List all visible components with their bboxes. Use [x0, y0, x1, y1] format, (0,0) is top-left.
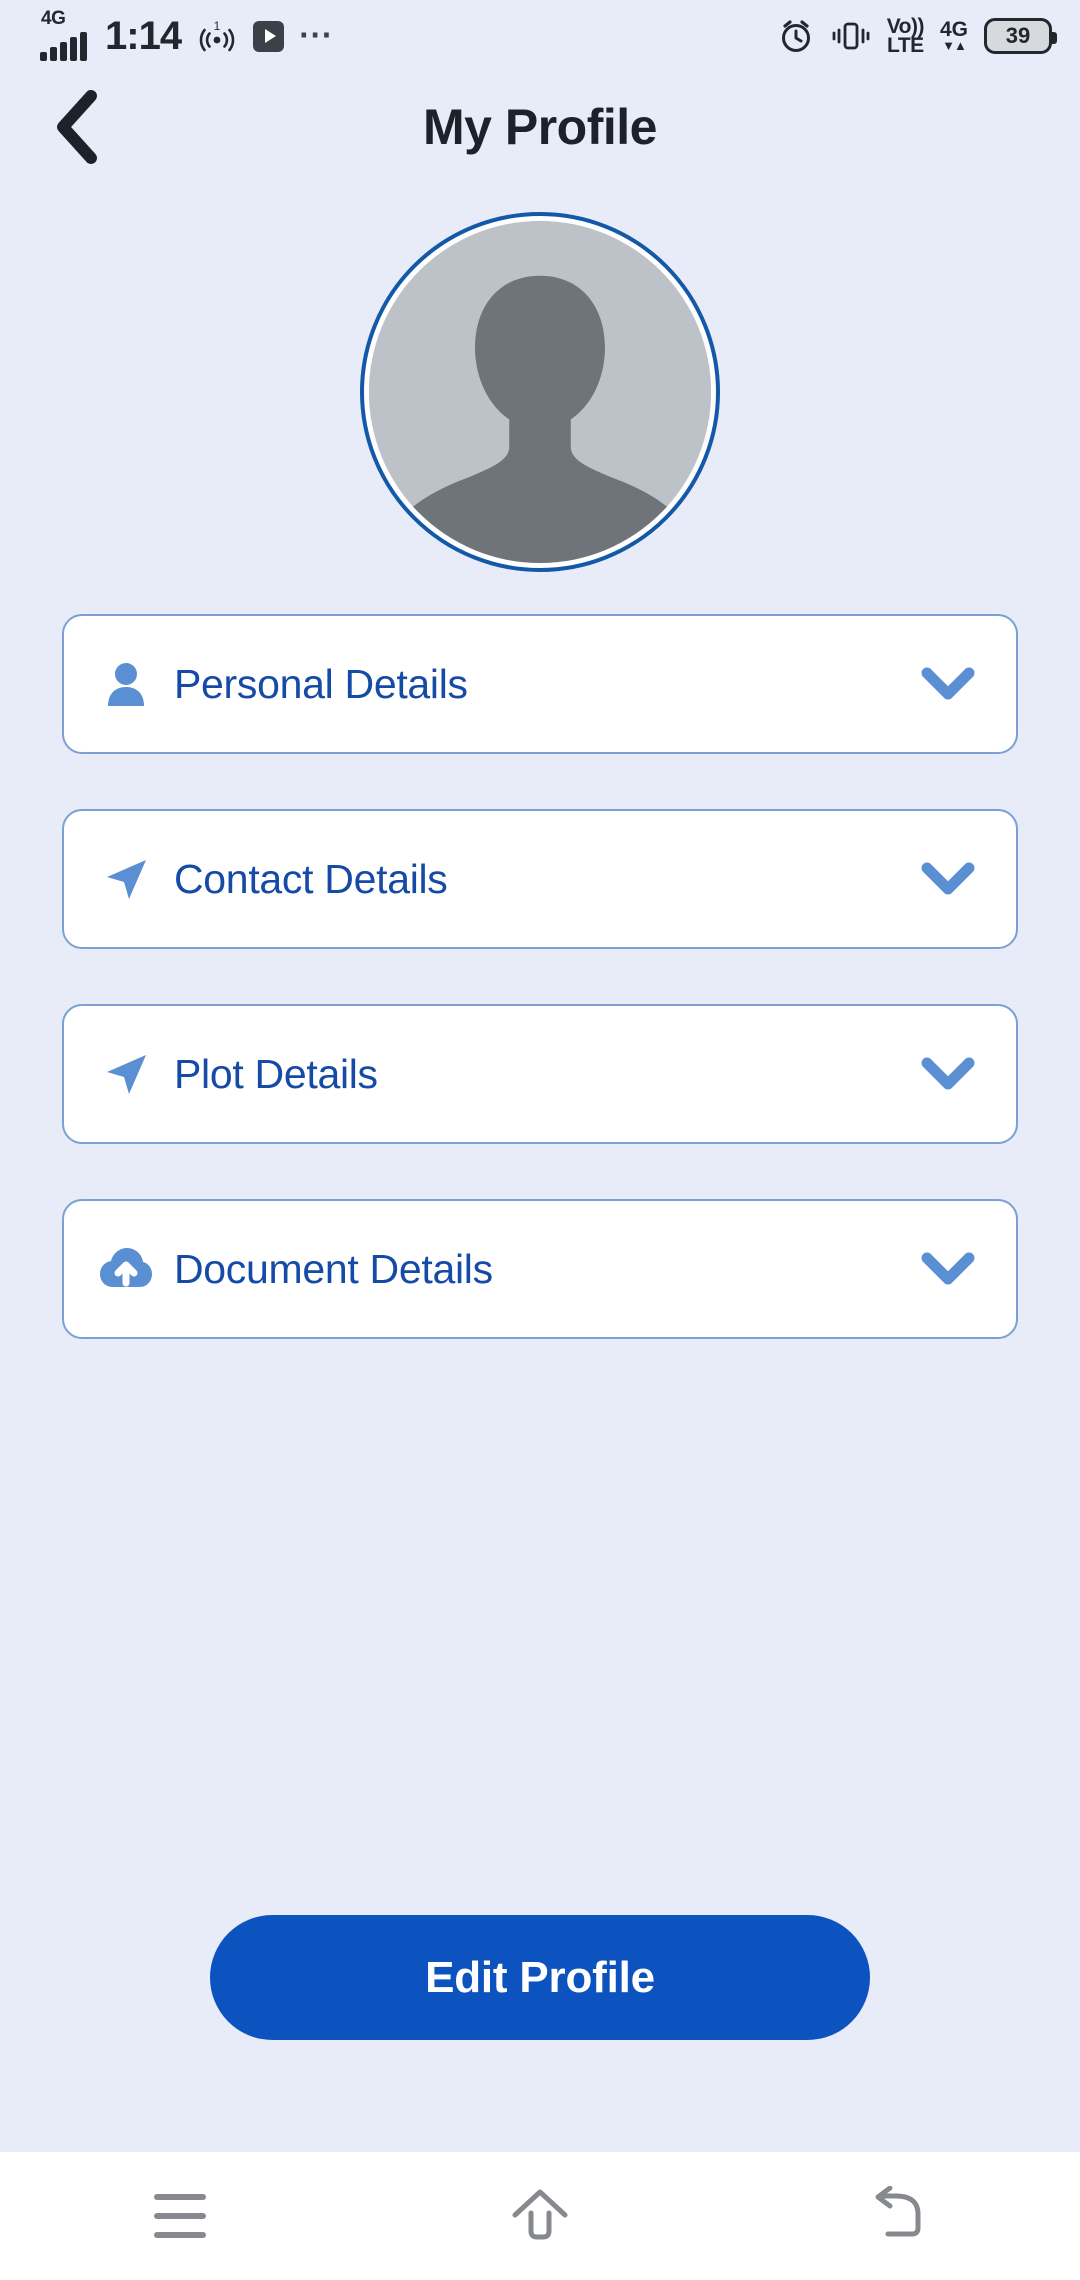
home-button[interactable] — [450, 2166, 630, 2266]
profile-avatar-container — [0, 182, 1080, 614]
alarm-clock-icon — [777, 17, 815, 55]
page-title: My Profile — [423, 99, 657, 155]
back-button[interactable] — [42, 90, 112, 164]
section-card-contact-details[interactable]: Contact Details — [62, 809, 1018, 949]
chevron-down-icon[interactable] — [918, 1252, 978, 1286]
back-arrow-icon — [875, 2186, 921, 2237]
navigation-arrow-icon — [98, 855, 154, 903]
profile-placeholder-avatar — [369, 221, 711, 563]
vibrate-icon — [831, 18, 871, 54]
hotspot-icon: 1 — [195, 19, 239, 53]
menu-lines-icon — [154, 2194, 206, 2238]
status-bar: 4G 1:14 1 ⋯ Vo)) LTE 4G ▼▲ 39 — [0, 0, 1080, 72]
chevron-down-icon[interactable] — [918, 862, 978, 896]
chevron-left-icon — [57, 90, 97, 164]
cloud-upload-icon — [98, 1247, 154, 1291]
signal-bar — [50, 47, 57, 61]
system-navigation-bar — [0, 2152, 1080, 2280]
person-icon — [98, 660, 154, 708]
status-bar-clock: 1:14 — [105, 14, 182, 58]
edit-profile-button[interactable]: Edit Profile — [210, 1915, 870, 2040]
section-label: Personal Details — [174, 660, 468, 707]
phone-screen: 4G 1:14 1 ⋯ Vo)) LTE 4G ▼▲ 39 My Profile… — [0, 0, 1080, 2280]
navigation-arrow-icon — [98, 1050, 154, 1098]
section-card-personal-details[interactable]: Personal Details — [62, 614, 1018, 754]
section-card-plot-details[interactable]: Plot Details — [62, 1004, 1018, 1144]
signal-bar — [80, 32, 87, 61]
status-bar-left: 4G 1:14 1 ⋯ — [40, 8, 335, 61]
edit-profile-container: Edit Profile — [0, 1915, 1080, 2152]
section-label: Document Details — [174, 1245, 493, 1292]
battery-percentage: 39 — [1005, 23, 1031, 48]
signal-bar — [70, 37, 77, 61]
section-label: Contact Details — [174, 855, 448, 902]
data-network-indicator: 4G ▼▲ — [939, 17, 968, 53]
chevron-down-icon[interactable] — [918, 667, 978, 701]
volte-indicator: Vo)) LTE — [887, 16, 925, 57]
signal-strength-icon: 4G — [40, 8, 87, 61]
volte-bottom-label: LTE — [887, 34, 924, 57]
data-network-label: 4G — [939, 17, 968, 41]
chevron-down-icon[interactable] — [918, 1057, 978, 1091]
app-header: My Profile — [0, 72, 1080, 182]
battery-icon: 39 — [984, 18, 1057, 54]
back-button-nav[interactable] — [810, 2166, 990, 2266]
avatar[interactable] — [360, 212, 720, 572]
play-icon — [253, 20, 285, 52]
data-transfer-arrows: ▼▲ — [942, 37, 967, 53]
profile-sections-list: Personal Details Contact Details Plot De… — [0, 614, 1080, 1394]
section-label: Plot Details — [174, 1050, 378, 1097]
recents-button[interactable] — [90, 2166, 270, 2266]
status-bar-right: Vo)) LTE 4G ▼▲ 39 — [777, 16, 1057, 57]
svg-text:1: 1 — [214, 19, 221, 33]
more-dots-icon: ⋯ — [298, 16, 335, 55]
signal-network-label: 4G — [41, 8, 66, 29]
signal-bar — [60, 42, 67, 61]
signal-bar — [40, 52, 47, 61]
home-icon — [512, 2189, 568, 2240]
section-card-document-details[interactable]: Document Details — [62, 1199, 1018, 1339]
